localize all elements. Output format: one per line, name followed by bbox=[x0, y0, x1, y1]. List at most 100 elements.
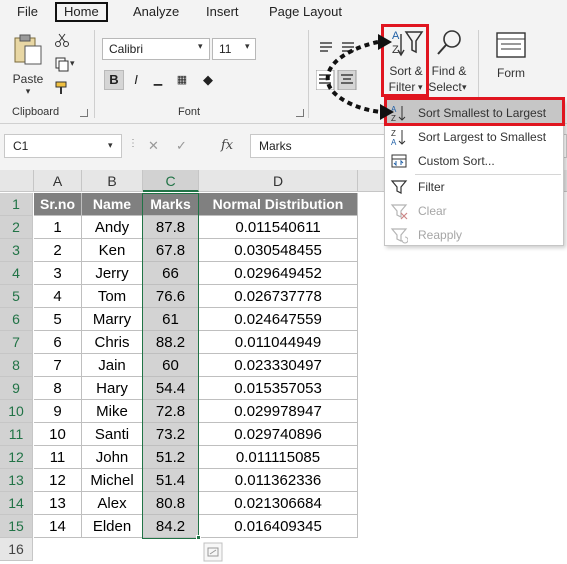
underline-icon[interactable]: ▁ bbox=[148, 70, 168, 90]
table-cell[interactable]: 0.026737778 bbox=[199, 285, 358, 308]
form-button[interactable]: Form bbox=[490, 28, 532, 98]
table-cell[interactable]: 51.4 bbox=[143, 469, 199, 492]
table-cell[interactable]: 3 bbox=[34, 262, 82, 285]
table-cell[interactable]: 0.011540611 bbox=[199, 216, 358, 239]
fill-handle[interactable] bbox=[196, 535, 201, 540]
menu-analyze[interactable]: Analyze bbox=[126, 2, 186, 22]
format-painter-icon[interactable] bbox=[54, 80, 70, 96]
table-cell[interactable]: 14 bbox=[34, 515, 82, 538]
row-header-10[interactable]: 10 bbox=[0, 400, 33, 423]
name-box[interactable]: C1 bbox=[4, 134, 122, 158]
table-cell[interactable]: 80.8 bbox=[143, 492, 199, 515]
table-cell[interactable]: 0.011115085 bbox=[199, 446, 358, 469]
chevron-down-icon[interactable]: ▾ bbox=[70, 58, 75, 69]
menu-insert[interactable]: Insert bbox=[199, 2, 246, 22]
table-cell[interactable]: Hary bbox=[82, 377, 143, 400]
copy-icon[interactable] bbox=[54, 56, 70, 72]
column-header-a[interactable]: A bbox=[34, 170, 82, 192]
menu-home[interactable]: Home bbox=[55, 2, 108, 22]
row-header-12[interactable]: 12 bbox=[0, 446, 33, 469]
chevron-down-icon[interactable]: ▾ bbox=[108, 140, 113, 151]
table-cell[interactable]: 10 bbox=[34, 423, 82, 446]
font-name-box[interactable]: Calibri bbox=[102, 38, 210, 60]
table-cell[interactable]: 0.011044949 bbox=[199, 331, 358, 354]
menu-sort-ascending[interactable]: A Z Sort Smallest to Largest bbox=[386, 101, 562, 125]
table-cell[interactable]: 0.024647559 bbox=[199, 308, 358, 331]
table-cell[interactable]: 87.8 bbox=[143, 216, 199, 239]
select-all-corner[interactable] bbox=[0, 170, 34, 192]
table-cell[interactable]: 13 bbox=[34, 492, 82, 515]
dialog-launcher-icon[interactable] bbox=[80, 109, 88, 117]
table-cell[interactable]: Jain bbox=[82, 354, 143, 377]
table-cell[interactable]: Tom bbox=[82, 285, 143, 308]
row-header-8[interactable]: 8 bbox=[0, 354, 33, 377]
table-cell[interactable]: 61 bbox=[143, 308, 199, 331]
enter-icon[interactable]: ✓ bbox=[176, 138, 187, 154]
table-cell[interactable]: 9 bbox=[34, 400, 82, 423]
row-header-9[interactable]: 9 bbox=[0, 377, 33, 400]
row-header-15[interactable]: 15 bbox=[0, 515, 33, 538]
table-cell[interactable]: 67.8 bbox=[143, 239, 199, 262]
dialog-launcher-icon[interactable] bbox=[296, 109, 304, 117]
table-cell[interactable]: 0.029740896 bbox=[199, 423, 358, 446]
column-header-b[interactable]: B bbox=[82, 170, 143, 192]
table-cell[interactable]: 11 bbox=[34, 446, 82, 469]
table-cell[interactable]: Alex bbox=[82, 492, 143, 515]
table-cell[interactable]: 0.011362336 bbox=[199, 469, 358, 492]
find-select-button[interactable]: Find & Select ▾ bbox=[428, 28, 470, 98]
menu-page-layout[interactable]: Page Layout bbox=[262, 2, 349, 22]
header-cell[interactable]: Name bbox=[82, 193, 143, 216]
table-cell[interactable]: 73.2 bbox=[143, 423, 199, 446]
table-cell[interactable]: 0.030548455 bbox=[199, 239, 358, 262]
header-cell[interactable]: Normal Distribution bbox=[199, 193, 358, 216]
align-top-icon[interactable] bbox=[318, 40, 378, 56]
menu-file[interactable]: File bbox=[10, 2, 45, 22]
table-cell[interactable]: 1 bbox=[34, 216, 82, 239]
table-cell[interactable]: 66 bbox=[143, 262, 199, 285]
table-cell[interactable]: John bbox=[82, 446, 143, 469]
table-cell[interactable]: Andy bbox=[82, 216, 143, 239]
row-header-4[interactable]: 4 bbox=[0, 262, 33, 285]
row-header-14[interactable]: 14 bbox=[0, 492, 33, 515]
table-cell[interactable]: Marry bbox=[82, 308, 143, 331]
header-cell[interactable]: Sr.no bbox=[34, 193, 82, 216]
row-header-3[interactable]: 3 bbox=[0, 239, 33, 262]
column-header-c[interactable]: C bbox=[143, 170, 199, 192]
paste-button[interactable]: Paste ▾ bbox=[8, 30, 48, 96]
quick-analysis-icon[interactable] bbox=[203, 542, 223, 562]
row-header-2[interactable]: 2 bbox=[0, 216, 33, 239]
table-cell[interactable]: Jerry bbox=[82, 262, 143, 285]
table-cell[interactable]: 0.029978947 bbox=[199, 400, 358, 423]
table-cell[interactable]: 0.016409345 bbox=[199, 515, 358, 538]
table-cell[interactable]: 4 bbox=[34, 285, 82, 308]
table-cell[interactable]: Ken bbox=[82, 239, 143, 262]
insert-function-icon[interactable]: fx bbox=[221, 138, 233, 153]
row-header-1[interactable]: 1 bbox=[0, 193, 33, 216]
table-cell[interactable]: 0.023330497 bbox=[199, 354, 358, 377]
table-cell[interactable]: 76.6 bbox=[143, 285, 199, 308]
row-header-16[interactable]: 16 bbox=[0, 538, 33, 561]
column-header-d[interactable]: D bbox=[199, 170, 358, 192]
table-cell[interactable]: Chris bbox=[82, 331, 143, 354]
italic-button[interactable]: I bbox=[126, 70, 146, 90]
table-cell[interactable]: 7 bbox=[34, 354, 82, 377]
table-cell[interactable]: 51.2 bbox=[143, 446, 199, 469]
header-cell[interactable]: Marks bbox=[143, 193, 199, 216]
table-cell[interactable]: 88.2 bbox=[143, 331, 199, 354]
cut-icon[interactable] bbox=[54, 32, 70, 48]
table-cell[interactable]: 2 bbox=[34, 239, 82, 262]
borders-icon[interactable]: ▦ bbox=[172, 70, 192, 90]
table-cell[interactable]: 6 bbox=[34, 331, 82, 354]
fill-color-icon[interactable]: ◆ bbox=[198, 70, 218, 90]
table-cell[interactable]: 84.2 bbox=[143, 515, 199, 538]
row-header-13[interactable]: 13 bbox=[0, 469, 33, 492]
table-cell[interactable]: 0.021306684 bbox=[199, 492, 358, 515]
table-cell[interactable]: 60 bbox=[143, 354, 199, 377]
sort-filter-button[interactable]: A Z Sort & Filter ▾ bbox=[386, 28, 426, 98]
table-cell[interactable]: 0.029649452 bbox=[199, 262, 358, 285]
menu-sort-descending[interactable]: Z A Sort Largest to Smallest bbox=[386, 125, 562, 149]
table-cell[interactable]: 54.4 bbox=[143, 377, 199, 400]
row-header-7[interactable]: 7 bbox=[0, 331, 33, 354]
table-cell[interactable]: 0.015357053 bbox=[199, 377, 358, 400]
align-left-icon[interactable] bbox=[316, 70, 376, 90]
